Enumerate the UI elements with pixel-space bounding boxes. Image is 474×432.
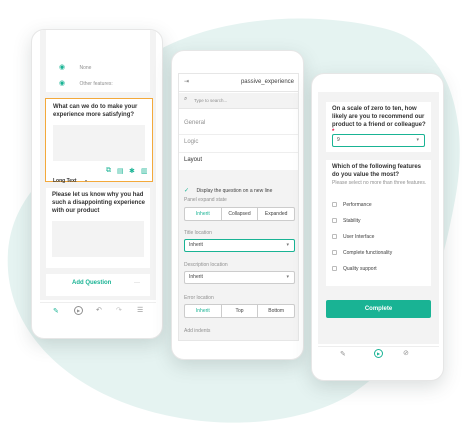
add-question-bar: Add Question ···: [46, 274, 150, 296]
feature-label: Complete functionality: [343, 250, 393, 256]
undo-icon[interactable]: ↶: [96, 306, 102, 314]
property-grid-header: ⇥ passive_experience: [179, 74, 298, 92]
question-card-selected[interactable]: What can we do to make your experience m…: [45, 98, 153, 184]
chevron-down-icon: ▾: [84, 178, 87, 183]
checkbox-icon: [332, 234, 337, 240]
panel-title: passive_experience: [240, 79, 294, 85]
chevron-down-icon: ▾: [416, 137, 419, 143]
question-type-label: Long Text: [53, 178, 77, 184]
feature-label: User Interface: [343, 234, 375, 240]
complete-button[interactable]: Complete: [326, 300, 431, 318]
wrench-icon[interactable]: ✎: [340, 350, 346, 358]
error-top-option[interactable]: Top: [222, 305, 259, 317]
error-location-label: Error location: [184, 295, 214, 301]
redo-icon[interactable]: ↷: [116, 306, 122, 314]
title-location-select[interactable]: Inherit ▾: [184, 239, 295, 252]
question1-title: What can we do to make your experience m…: [53, 104, 138, 118]
preview-icon[interactable]: ▶: [374, 349, 383, 358]
collapse-panel-icon[interactable]: ⇥: [184, 78, 189, 85]
expand-expanded-option[interactable]: Expanded: [258, 208, 294, 220]
question1-textarea[interactable]: [53, 125, 145, 161]
panel-expand-segmented: Inherit Collapsed Expanded: [184, 207, 295, 221]
trash-icon[interactable]: ▥: [141, 167, 148, 175]
chevron-down-icon: ▾: [286, 242, 289, 248]
options-card: ◉ None ◉ Other features:: [46, 30, 150, 92]
section-general[interactable]: General: [184, 120, 205, 128]
feature-user-interface[interactable]: User Interface: [332, 234, 374, 241]
required-icon[interactable]: ✱: [129, 167, 135, 175]
question-card[interactable]: Please let us know why you had such a di…: [46, 188, 150, 268]
search-input[interactable]: Type to search...: [194, 98, 227, 104]
option-none-label: None: [79, 65, 92, 71]
checkbox-icon: [332, 218, 337, 224]
feature-label: Stability: [343, 218, 361, 224]
description-location-label: Description location: [184, 262, 228, 268]
panel-expand-label: Panel expand state: [184, 197, 227, 203]
nps-answer-value: 9: [337, 137, 340, 143]
more-button[interactable]: ···: [134, 280, 140, 288]
question2-title: Please let us know why you had such a di…: [52, 192, 146, 214]
phone-middle: ⇥ passive_experience ⌕ Type to search...…: [171, 50, 304, 360]
checkbox-icon: [332, 266, 337, 272]
phone-left: ◉ None ◉ Other features: What can we do …: [31, 29, 163, 339]
expand-inherit-option[interactable]: Inherit: [185, 208, 222, 220]
right-toolbar: ✎ ▶ ⊘: [318, 346, 439, 362]
description-location-value: Inherit: [189, 274, 203, 280]
question2-textarea[interactable]: [52, 221, 144, 257]
nps-answer-select[interactable]: 9 ▾: [332, 134, 425, 147]
nps-question-text: On a scale of zero to ten, how likely ar…: [332, 106, 426, 128]
section-layout[interactable]: Layout: [184, 157, 202, 165]
phone-right: On a scale of zero to ten, how likely ar…: [311, 73, 444, 381]
title-location-value: Inherit: [189, 242, 203, 248]
features-question-card: Which of the following features do you v…: [326, 160, 431, 286]
error-inherit-option[interactable]: Inherit: [185, 305, 222, 317]
add-question-button[interactable]: Add Question: [72, 280, 111, 288]
feature-label: Performance: [343, 202, 372, 208]
wrench-icon[interactable]: ✎: [53, 307, 59, 315]
feature-quality-support[interactable]: Quality support: [332, 266, 377, 273]
feature-performance[interactable]: Performance: [332, 202, 372, 209]
checkbox-icon: [332, 202, 337, 208]
checkmark-icon: ✓: [184, 188, 190, 194]
right-screen: On a scale of zero to ten, how likely ar…: [318, 92, 439, 344]
search-bar[interactable]: ⌕ Type to search...: [179, 93, 298, 109]
option-other-label: Other features:: [79, 81, 113, 87]
features-question-title: Which of the following features do you v…: [332, 164, 421, 178]
feature-stability[interactable]: Stability: [332, 218, 361, 225]
list-icon[interactable]: ▤: [117, 167, 124, 175]
add-indents-label: Add indents: [184, 328, 211, 334]
description-location-select[interactable]: Inherit ▾: [184, 271, 295, 284]
left-toolbar: ✎ ▶ ↶ ↷ ☰: [40, 302, 156, 320]
layout-section-body: ✓ Display the question on a new line Pan…: [179, 170, 298, 340]
settings-icon[interactable]: ☰: [137, 306, 143, 314]
feature-label: Quality support: [343, 266, 377, 272]
display-new-line-checkbox[interactable]: ✓ Display the question on a new line: [184, 179, 272, 197]
section-logic[interactable]: Logic: [184, 139, 198, 147]
hide-icon[interactable]: ⊘: [403, 349, 409, 357]
left-screen: ◉ None ◉ Other features: What can we do …: [40, 30, 156, 300]
option-other[interactable]: ◉ Other features:: [58, 72, 113, 90]
expand-collapsed-option[interactable]: Collapsed: [222, 208, 259, 220]
error-bottom-option[interactable]: Bottom: [258, 305, 294, 317]
search-icon: ⌕: [184, 96, 188, 102]
duplicate-icon[interactable]: ⧉: [106, 167, 111, 175]
features-question-hint: Please select no more than three feature…: [332, 180, 427, 186]
checkbox-icon: [332, 250, 337, 256]
display-new-line-label: Display the question on a new line: [196, 188, 273, 194]
radio-icon: ◉: [58, 64, 66, 71]
question-type-dropdown[interactable]: Long Text ▾: [53, 169, 87, 187]
feature-complete-functionality[interactable]: Complete functionality: [332, 250, 392, 257]
nps-question-title: On a scale of zero to ten, how likely ar…: [332, 106, 428, 137]
nps-question-card: On a scale of zero to ten, how likely ar…: [326, 102, 431, 152]
play-icon[interactable]: ▶: [74, 306, 83, 315]
title-location-label: Title location: [184, 230, 212, 236]
error-location-segmented: Inherit Top Bottom: [184, 304, 295, 318]
radio-icon: ◉: [58, 80, 66, 87]
mid-screen: ⇥ passive_experience ⌕ Type to search...…: [178, 73, 299, 341]
chevron-down-icon: ▾: [286, 274, 289, 280]
